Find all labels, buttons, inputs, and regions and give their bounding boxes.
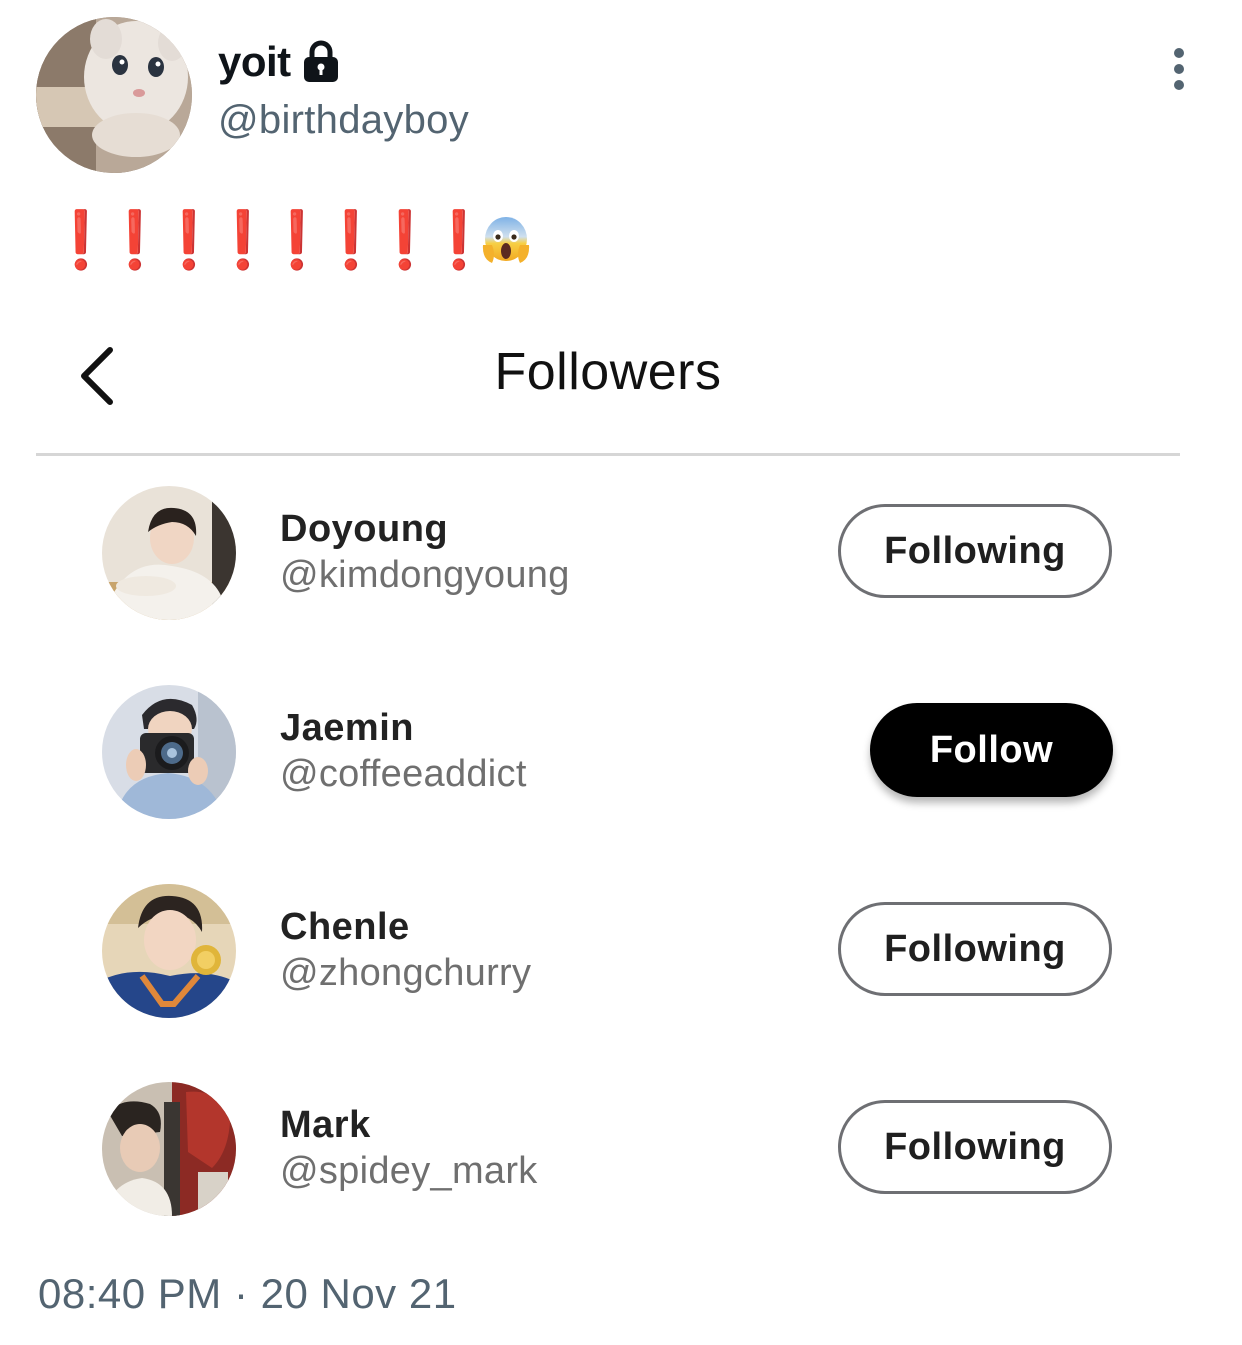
following-button[interactable]: Following: [838, 504, 1112, 598]
follow-button[interactable]: Follow: [870, 703, 1113, 797]
exclamation-mark: ❗: [154, 208, 224, 273]
tweet-text: ❗ ❗ ❗ ❗ ❗ ❗ ❗ ❗: [46, 204, 532, 278]
exclamation-mark: ❗: [208, 208, 278, 273]
exclamation-mark: ❗: [370, 208, 440, 273]
more-vertical-icon[interactable]: [1164, 46, 1194, 92]
person-photo-icon: [102, 884, 236, 1018]
person-photo-icon: [102, 685, 236, 819]
exclamation-mark: ❗: [424, 208, 494, 273]
author-name-row: yoit: [218, 34, 341, 90]
person-photo-icon: [102, 486, 236, 620]
follower-handle: @kimdongyoung: [280, 554, 570, 596]
following-button[interactable]: Following: [838, 1100, 1112, 1194]
follower-handle: @zhongchurry: [280, 952, 532, 994]
follower-avatar[interactable]: [102, 884, 236, 1018]
header-divider: [36, 453, 1180, 456]
follower-handle: @coffeeaddict: [280, 753, 527, 795]
follower-name: Jaemin: [280, 707, 414, 749]
cat-avatar-icon: [36, 17, 192, 173]
face-screaming-in-fear-icon: [482, 217, 530, 263]
exclamation-mark: ❗: [316, 208, 386, 273]
author-display-name[interactable]: yoit: [218, 38, 291, 86]
follower-row[interactable]: Jaemin @coffeeaddict Follow: [0, 685, 1242, 825]
author-avatar[interactable]: [36, 17, 192, 173]
follower-row[interactable]: Doyoung @kimdongyoung Following: [0, 486, 1242, 626]
follower-row[interactable]: Mark @spidey_mark Following: [0, 1082, 1242, 1222]
followers-title: Followers: [494, 343, 722, 401]
follower-name: Chenle: [280, 906, 410, 948]
follower-name: Mark: [280, 1104, 371, 1146]
follower-avatar[interactable]: [102, 1082, 236, 1216]
following-button[interactable]: Following: [838, 902, 1112, 996]
author-handle[interactable]: @birthdayboy: [218, 98, 469, 143]
exclamation-mark: ❗: [100, 208, 170, 273]
exclamation-mark: ❗: [46, 208, 116, 273]
follower-handle: @spidey_mark: [280, 1150, 538, 1192]
exclamation-mark: ❗: [262, 208, 332, 273]
lock-icon: [303, 40, 338, 82]
tweet-timestamp[interactable]: 08:40 PM · 20 Nov 21: [38, 1270, 457, 1318]
person-photo-icon: [102, 1082, 236, 1216]
follower-name: Doyoung: [280, 508, 449, 550]
follower-avatar[interactable]: [102, 685, 236, 819]
follower-avatar[interactable]: [102, 486, 236, 620]
follower-row[interactable]: Chenle @zhongchurry Following: [0, 884, 1242, 1024]
